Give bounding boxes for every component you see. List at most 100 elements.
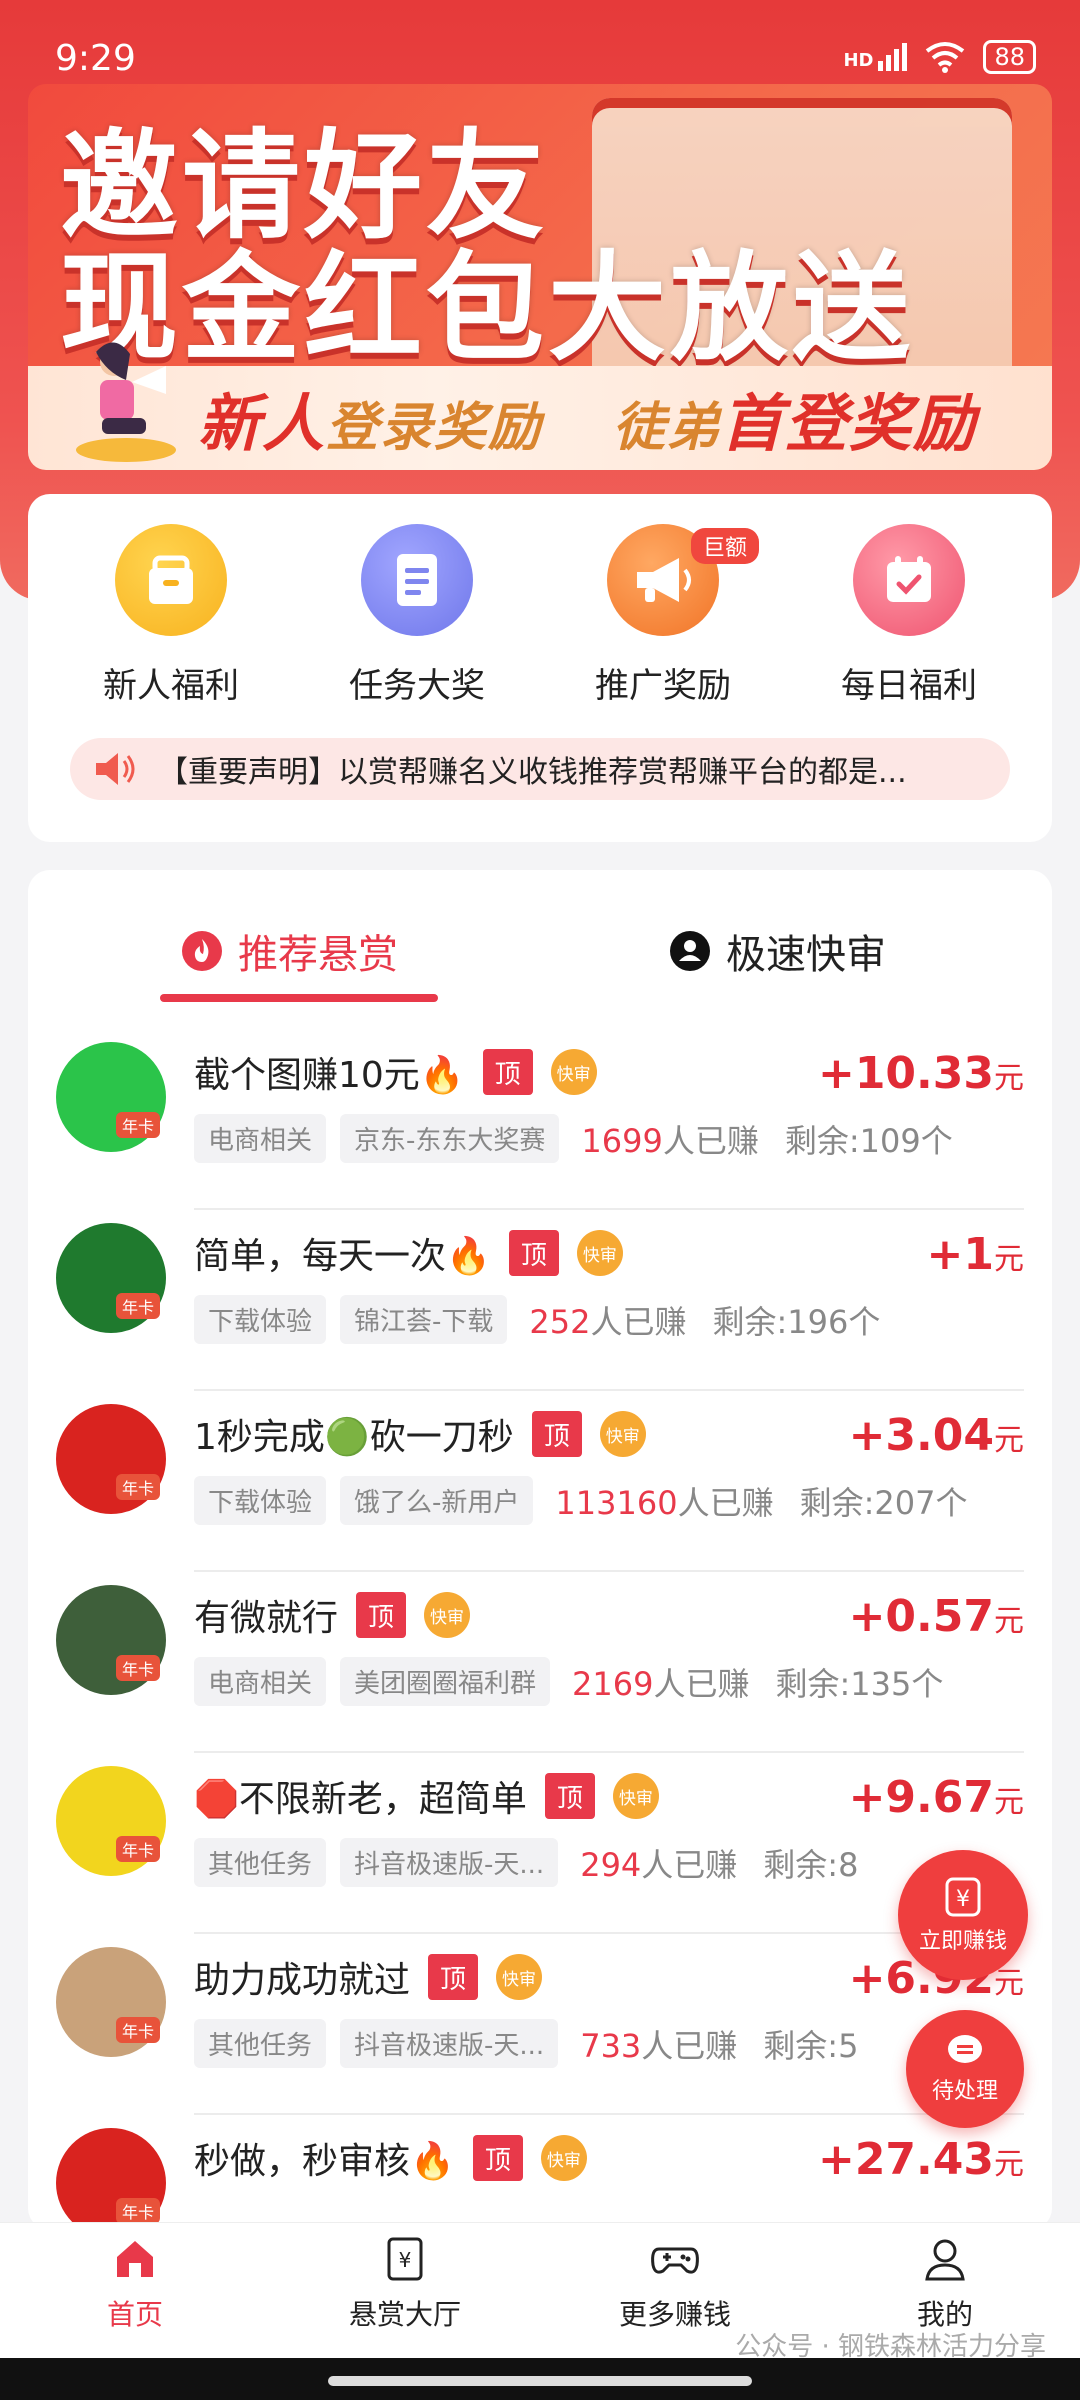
task-reward: +9.67元 (848, 1772, 1024, 1823)
user-circle-icon (670, 931, 710, 971)
row-divider (194, 2113, 1024, 2115)
remaining-count: 剩余:207个 (799, 1483, 968, 1522)
fast-review-tag: 快审 (576, 1230, 623, 1276)
fast-review-tag: 快审 (599, 1411, 646, 1457)
task-title: 简单，每天一次🔥 顶 快审 (194, 1227, 623, 1279)
remaining-count: 剩余:196个 (712, 1302, 881, 1341)
platform-tag: 美团圈圈福利群 (340, 1657, 551, 1706)
task-row[interactable]: 年卡 秒做，秒审核🔥 顶 快审 +27.43元 (28, 2116, 1052, 2230)
quick-promotion-reward[interactable]: 巨额 推广奖励 (563, 524, 763, 707)
pinned-tag: 顶 (482, 1049, 533, 1095)
invite-banner[interactable]: 邀请好友 现金红包大放送 新人登录奖励 徒弟首登奖励 (28, 84, 1052, 470)
battery-icon: 88 (983, 40, 1036, 74)
tab-recommended[interactable]: 推荐悬赏 (180, 922, 398, 980)
task-tabs: 推荐悬赏 极速快审 (28, 870, 1052, 1010)
platform-tag: 京东-东东大奖赛 (340, 1114, 560, 1163)
notice-text: 【重要声明】以赏帮赚名义收钱推荐赏帮赚平台的都是... (158, 755, 907, 790)
pending-button[interactable]: 待处理 (906, 2010, 1024, 2128)
year-card-badge: 年卡 (116, 2017, 161, 2043)
task-title: 有微就行 顶 快审 (194, 1589, 471, 1641)
task-reward: +27.43元 (817, 2134, 1024, 2185)
svg-text:¥: ¥ (399, 2248, 412, 2272)
nav-label: 首页 (106, 2298, 163, 2331)
user-icon (925, 2239, 965, 2281)
task-meta: 电商相关 京东-东东大奖赛 1699人已赚 剩余:109个 (194, 1114, 953, 1163)
huge-badge: 巨额 (691, 528, 760, 564)
quick-actions-card: 新人福利 任务大奖 巨额 推广奖励 每日福利 【重要声明】以赏帮赚名义收钱推荐赏… (28, 494, 1052, 842)
earn-now-label: 立即赚钱 (918, 1929, 1007, 1954)
wifi-icon (926, 42, 965, 73)
tab-label: 极速快审 (726, 932, 886, 978)
quick-task-prize[interactable]: 任务大奖 (317, 524, 517, 707)
fast-review-tag: 快审 (550, 1049, 597, 1095)
quick-daily-welfare[interactable]: 每日福利 (809, 524, 1009, 707)
task-title: 截个图赚10元🔥 顶 快审 (194, 1046, 597, 1098)
earned-count: 2169人已赚 (572, 1664, 750, 1703)
task-meta: 下载体验 饿了么-新用户 113160人已赚 剩余:207个 (194, 1476, 967, 1525)
tab-fast-review[interactable]: 极速快审 (668, 922, 886, 980)
task-reward: +0.57元 (848, 1591, 1024, 1642)
year-card-badge: 年卡 (116, 1655, 161, 1681)
task-title-text: 秒做，秒审核🔥 (194, 2141, 455, 2182)
nav-reward-hall[interactable]: ¥ 悬赏大厅 (295, 2223, 515, 2358)
calendar-check-icon (853, 524, 965, 636)
reward-hall-icon: ¥ (387, 2237, 423, 2281)
row-divider (194, 1751, 1024, 1753)
quick-label: 新人福利 (103, 666, 239, 706)
nav-label: 悬赏大厅 (348, 2298, 461, 2331)
nav-home[interactable]: 首页 (25, 2223, 245, 2358)
chat-bubble-icon (948, 2035, 982, 2063)
earned-count: 113160人已赚 (555, 1483, 774, 1522)
year-card-badge: 年卡 (116, 1836, 161, 1862)
tab-label: 推荐悬赏 (238, 932, 398, 978)
task-reward: +3.04元 (848, 1410, 1024, 1461)
task-row[interactable]: 年卡 有微就行 顶 快审 电商相关 美团圈圈福利群 2169人已赚 剩余:135… (28, 1573, 1052, 1753)
pinned-tag: 顶 (544, 1773, 595, 1819)
task-reward: +10.33元 (817, 1048, 1024, 1099)
remaining-count: 剩余:109个 (784, 1121, 953, 1160)
task-meta: 电商相关 美团圈圈福利群 2169人已赚 剩余:135个 (194, 1657, 943, 1706)
pinned-tag: 顶 (428, 1954, 479, 2000)
year-card-badge: 年卡 (116, 1474, 161, 1500)
gamepad-icon (651, 2247, 699, 2274)
quick-actions-row: 新人福利 任务大奖 巨额 推广奖励 每日福利 (28, 524, 1052, 707)
active-tab-indicator (160, 994, 438, 1002)
task-row[interactable]: 年卡 截个图赚10元🔥 顶 快审 电商相关 京东-东东大奖赛 1699人已赚 剩… (28, 1030, 1052, 1210)
category-tag: 下载体验 (194, 1295, 327, 1344)
task-title: 🛑不限新老，超简单 顶 快审 (194, 1770, 659, 1822)
fast-review-tag: 快审 (612, 1773, 659, 1819)
remaining-count: 剩余:8 (763, 1845, 859, 1884)
notice-bar[interactable]: 【重要声明】以赏帮赚名义收钱推荐赏帮赚平台的都是... (70, 738, 1010, 800)
task-title: 秒做，秒审核🔥 顶 快审 (194, 2132, 587, 2184)
flame-icon (182, 931, 222, 971)
pinned-tag: 顶 (508, 1230, 559, 1276)
platform-tag: 抖音极速版-天... (340, 2019, 559, 2068)
status-bar: 9:29 HD 88 (0, 0, 1080, 80)
fast-review-tag: 快审 (540, 2135, 587, 2181)
yen-envelope-icon: ¥ (945, 1877, 981, 1917)
status-time: 9:29 (55, 38, 136, 79)
row-divider (194, 1389, 1024, 1391)
year-card-badge: 年卡 (116, 2198, 161, 2224)
category-tag: 其他任务 (194, 1838, 327, 1887)
category-tag: 其他任务 (194, 2019, 327, 2068)
task-row[interactable]: 年卡 助力成功就过 顶 快审 其他任务 抖音极速版-天... 733人已赚 剩余… (28, 1935, 1052, 2115)
task-title-text: 简单，每天一次🔥 (194, 1236, 491, 1277)
category-tag: 电商相关 (194, 1114, 327, 1163)
earned-count: 1699人已赚 (581, 1121, 759, 1160)
pinned-tag: 顶 (356, 1592, 407, 1638)
earn-now-button[interactable]: ¥ 立即赚钱 (898, 1850, 1028, 1980)
fast-review-tag: 快审 (496, 1954, 543, 2000)
home-indicator[interactable] (328, 2376, 752, 2386)
task-row[interactable]: 年卡 1秒完成🟢砍一刀秒 顶 快审 下载体验 饿了么-新用户 113160人已赚… (28, 1392, 1052, 1572)
pinned-tag: 顶 (472, 2135, 523, 2181)
task-title-text: 有微就行 (194, 1598, 339, 1639)
earned-count: 252人已赚 (529, 1302, 687, 1341)
quick-newcomer-welfare[interactable]: 新人福利 (71, 524, 271, 707)
quick-label: 推广奖励 (595, 666, 731, 706)
fast-review-tag: 快审 (424, 1592, 471, 1638)
task-title: 助力成功就过 顶 快审 (194, 1951, 543, 2003)
pinned-tag: 顶 (531, 1411, 582, 1457)
strip-apprentice: 徒弟 (612, 398, 721, 458)
task-row[interactable]: 年卡 简单，每天一次🔥 顶 快审 下载体验 锦江荟-下载 252人已赚 剩余:1… (28, 1211, 1052, 1391)
